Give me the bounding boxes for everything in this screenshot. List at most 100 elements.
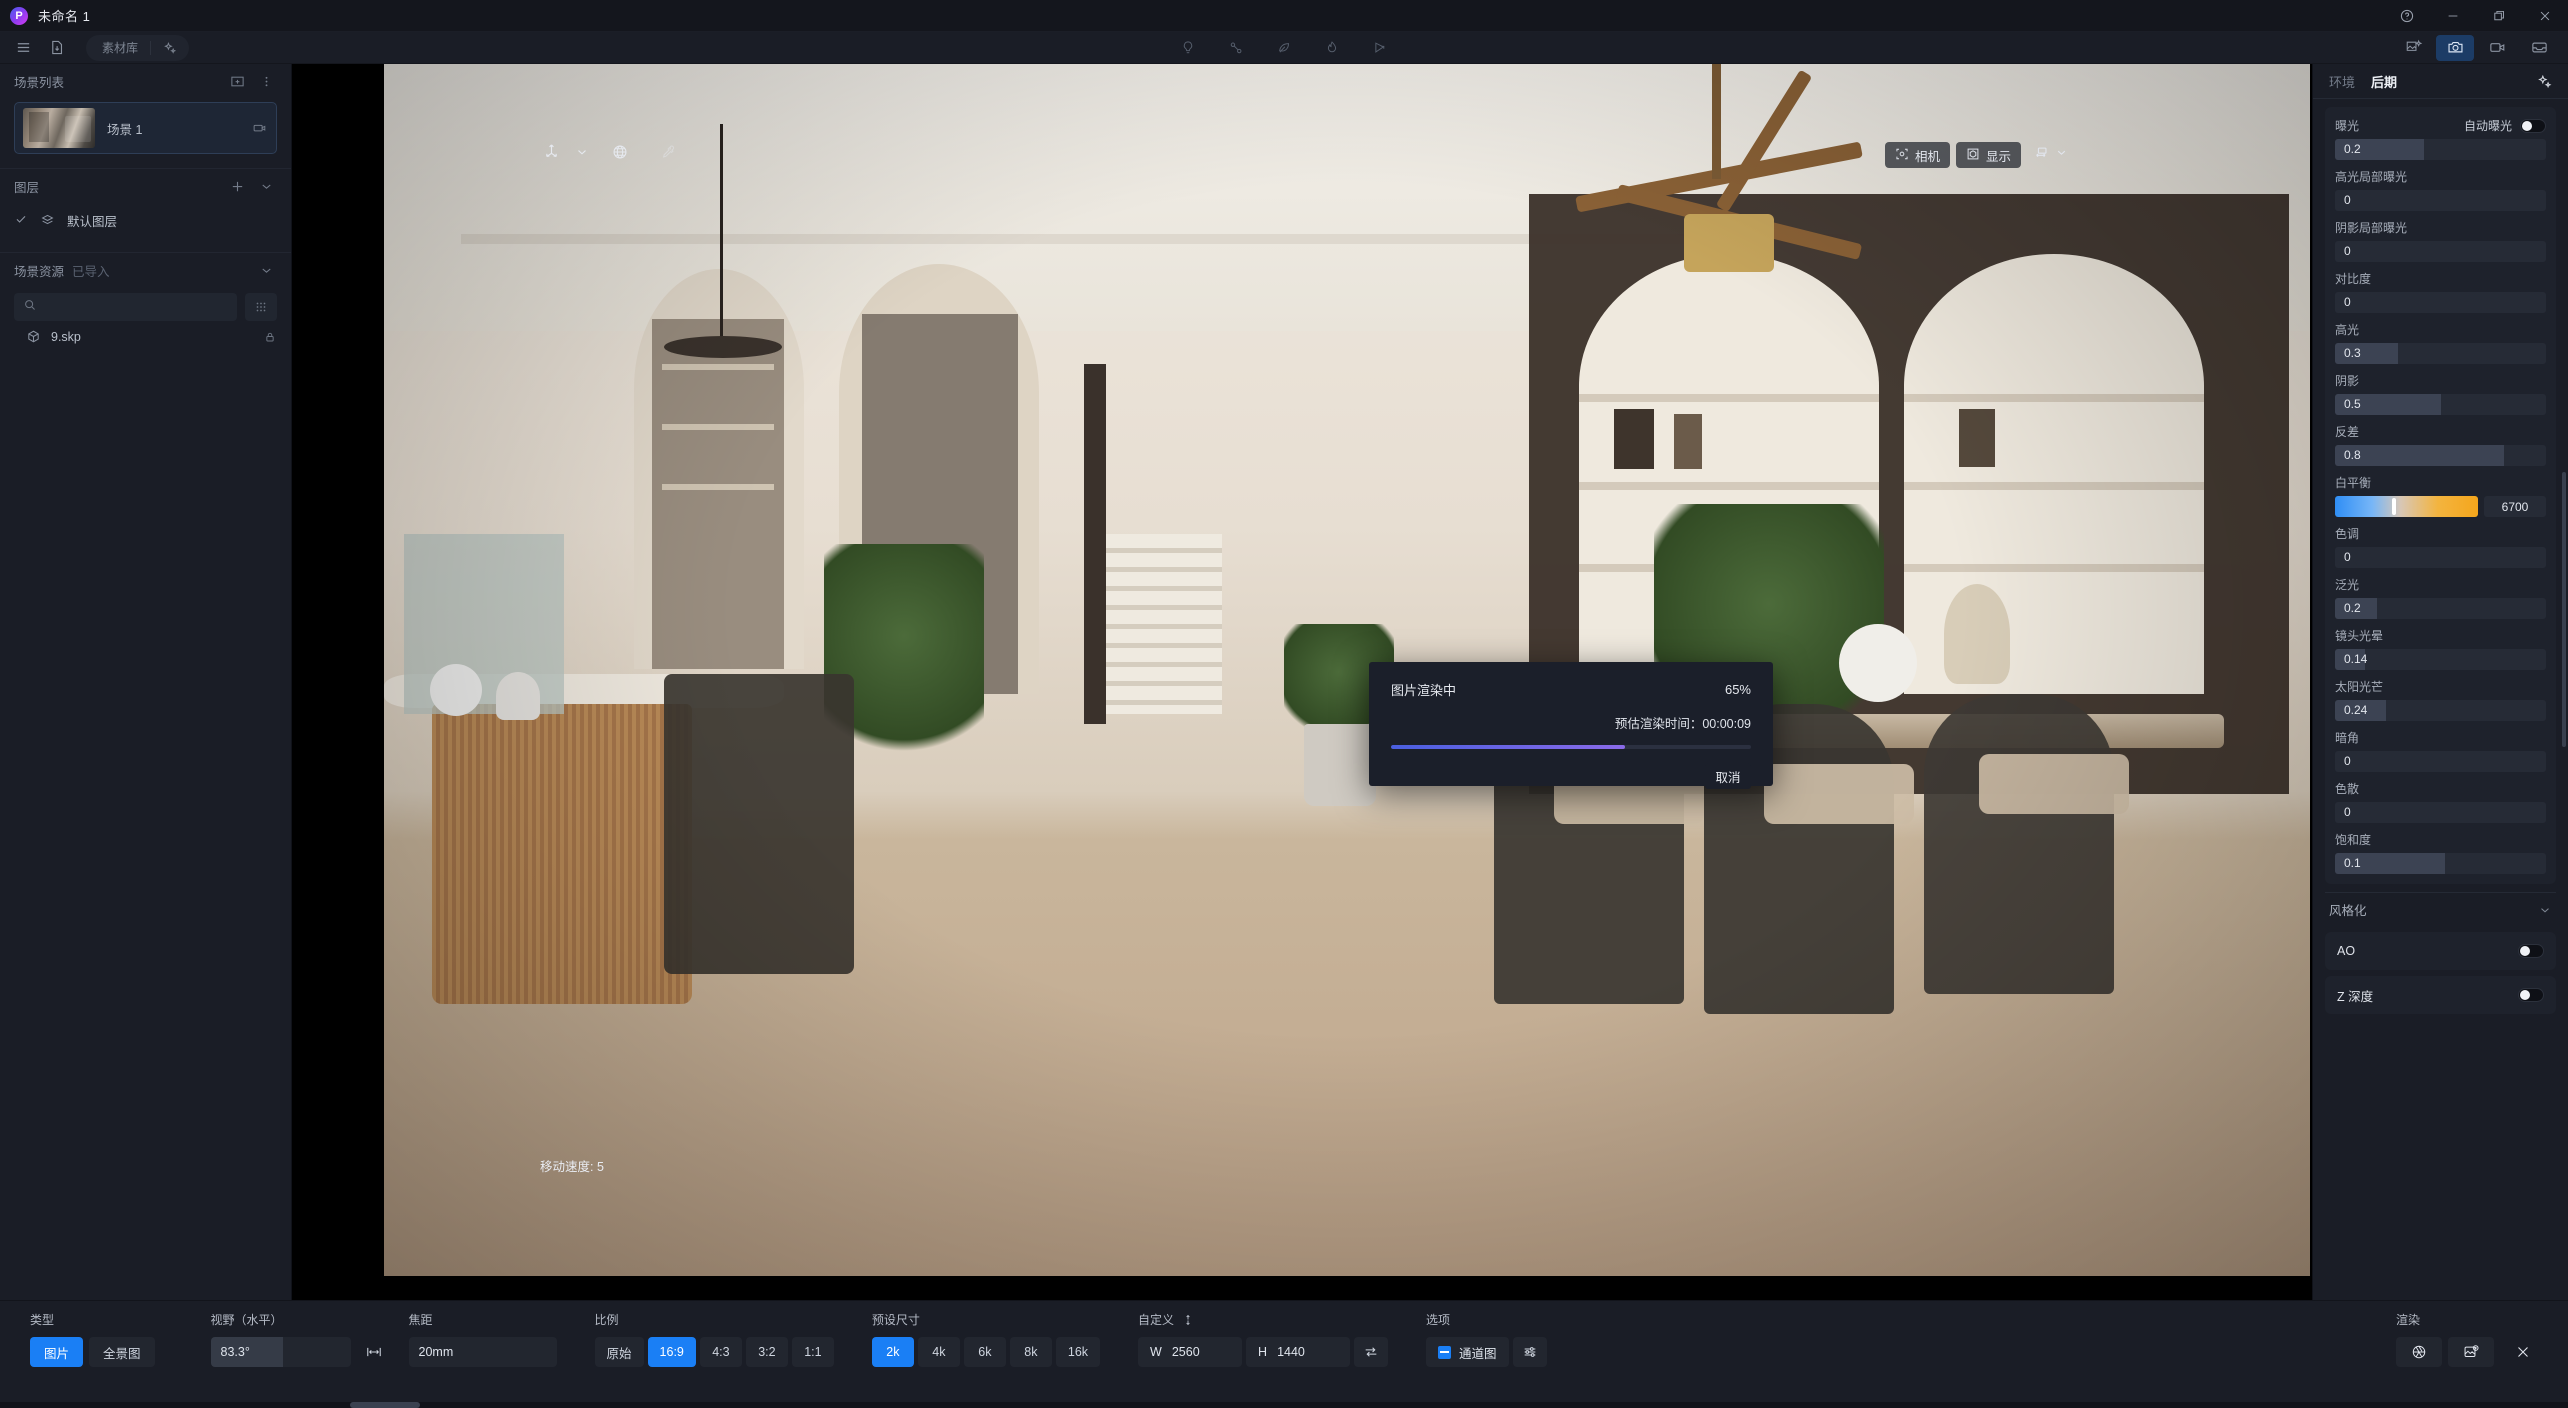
exposure-slider[interactable]: 0.2 xyxy=(2335,139,2546,160)
white-balance-value[interactable]: 6700 xyxy=(2484,496,2546,517)
camera-toggle-button[interactable]: 相机 xyxy=(1884,142,1950,168)
auto-exposure-toggle[interactable] xyxy=(2520,118,2546,133)
hamburger-menu-icon[interactable] xyxy=(8,35,38,61)
check-icon[interactable] xyxy=(14,212,28,229)
sliders-icon[interactable] xyxy=(1512,1337,1547,1367)
lens-flare-slider[interactable]: 0.14 xyxy=(2335,649,2546,670)
chevron-down-icon[interactable] xyxy=(2055,146,2068,164)
layer-list-item[interactable]: 默认图层 xyxy=(0,203,291,238)
highlight-slider[interactable]: 0.3 xyxy=(2335,343,2546,364)
camera-icon[interactable] xyxy=(2436,34,2474,61)
link-vertical-icon[interactable] xyxy=(1182,1314,1194,1326)
ratio-option-1-1[interactable]: 1:1 xyxy=(791,1337,834,1367)
bloom-slider[interactable]: 0.2 xyxy=(2335,598,2546,619)
ratio-option-3-2[interactable]: 3:2 xyxy=(745,1337,788,1367)
ao-toggle[interactable] xyxy=(2518,944,2544,958)
ratio-option-original[interactable]: 原始 xyxy=(594,1337,644,1367)
shadow-local-exposure-label: 阴影局部曝光 xyxy=(2335,221,2408,235)
lock-icon[interactable] xyxy=(263,330,277,344)
add-image-icon[interactable] xyxy=(227,72,248,91)
aperture-icon[interactable] xyxy=(2396,1337,2442,1367)
camera-outline-icon[interactable] xyxy=(252,120,268,136)
horizontal-resize-icon[interactable] xyxy=(357,1337,391,1367)
fov-input[interactable]: 83.3° xyxy=(210,1337,351,1367)
tint-slider[interactable]: 0 xyxy=(2335,547,2546,568)
contrast-slider[interactable]: 0 xyxy=(2335,292,2546,313)
preset-size-16k[interactable]: 16k xyxy=(1055,1337,1101,1367)
sparkle-icon[interactable] xyxy=(151,41,189,55)
ratio-option-16-9[interactable]: 16:9 xyxy=(647,1337,696,1367)
preset-size-2k[interactable]: 2k xyxy=(871,1337,914,1367)
close-icon[interactable] xyxy=(2522,0,2568,32)
image-sparkle-icon[interactable] xyxy=(2394,35,2432,61)
render-dialog-title: 图片渲染中 xyxy=(1391,683,1457,698)
swap-icon[interactable] xyxy=(1354,1337,1389,1367)
grid-dots-icon[interactable] xyxy=(245,293,277,321)
view-cube-control[interactable] xyxy=(2027,144,2074,167)
cancel-render-button[interactable]: 取消 xyxy=(1705,763,1751,789)
saturation-slider[interactable]: 0.1 xyxy=(2335,853,2546,874)
collapse-icon[interactable] xyxy=(256,261,277,280)
node-link-icon[interactable] xyxy=(1222,35,1250,61)
chevron-down-icon[interactable] xyxy=(575,145,589,159)
help-circle-icon[interactable] xyxy=(2384,0,2430,32)
sun-rays-slider[interactable]: 0.24 xyxy=(2335,700,2546,721)
maximize-icon[interactable] xyxy=(2476,0,2522,32)
height-input[interactable]: H 1440 xyxy=(1246,1337,1351,1367)
inbox-icon[interactable] xyxy=(2520,35,2558,61)
preset-size-6k[interactable]: 6k xyxy=(963,1337,1006,1367)
zdepth-toggle[interactable] xyxy=(2518,988,2544,1002)
video-camera-icon[interactable] xyxy=(2478,35,2516,61)
horizontal-scrollbar[interactable] xyxy=(0,1402,2568,1408)
minimize-icon[interactable] xyxy=(2430,0,2476,32)
eyedropper-icon[interactable] xyxy=(659,143,677,161)
flame-icon[interactable] xyxy=(1318,35,1346,61)
plus-icon[interactable] xyxy=(227,177,248,196)
shadow-local-exposure-slider[interactable]: 0 xyxy=(2335,241,2546,262)
close-icon[interactable] xyxy=(2500,1337,2546,1367)
clarity-slider[interactable]: 0.8 xyxy=(2335,445,2546,466)
ratio-group: 比例 原始 16:9 4:3 3:2 1:1 xyxy=(594,1311,834,1367)
type-option-panorama[interactable]: 全景图 xyxy=(89,1337,155,1367)
custom-size-label: 自定义 xyxy=(1138,1313,1175,1327)
shadow-slider[interactable]: 0.5 xyxy=(2335,394,2546,415)
chromatic-aberration-slider[interactable]: 0 xyxy=(2335,802,2546,823)
preset-size-4k[interactable]: 4k xyxy=(917,1337,960,1367)
image-add-icon[interactable] xyxy=(2448,1337,2494,1367)
material-library-label[interactable]: 素材库 xyxy=(86,39,150,56)
megaphone-icon[interactable] xyxy=(1366,35,1394,61)
chevron-down-icon[interactable] xyxy=(2538,903,2552,917)
right-panel-scrollbar[interactable] xyxy=(2562,112,2566,1170)
highlight-local-exposure-slider[interactable]: 0 xyxy=(2335,190,2546,211)
viewport[interactable]: 相机 显示 移动速度: 5 图片渲染中 65% 预估渲染时间：00:00:09 … xyxy=(292,64,2312,1300)
channel-map-checkbox[interactable]: 通道图 xyxy=(1426,1337,1509,1367)
display-toggle-button[interactable]: 显示 xyxy=(1955,142,2021,168)
resource-list-item[interactable]: 9.skp xyxy=(0,321,291,344)
bloom-label: 泛光 xyxy=(2335,578,2360,592)
file-import-icon[interactable] xyxy=(42,35,72,61)
width-input[interactable]: W 2560 xyxy=(1138,1337,1243,1367)
move-gizmo-icon[interactable] xyxy=(542,142,561,161)
search-input[interactable] xyxy=(14,293,237,321)
focal-input[interactable]: 20mm xyxy=(408,1337,557,1367)
material-library-pill[interactable]: 素材库 xyxy=(86,34,190,61)
field-vignette: 暗角 0 xyxy=(2335,729,2546,772)
vignette-slider[interactable]: 0 xyxy=(2335,751,2546,772)
right-panel-scroll-area[interactable]: 曝光 自动曝光 0.2 高光局部曝光 0 阴影局部曝光 0 对比度 0 高光 0… xyxy=(2313,99,2568,1300)
stylize-section-header[interactable]: 风格化 xyxy=(2325,892,2556,926)
globe-icon[interactable] xyxy=(611,143,629,161)
white-balance-slider[interactable] xyxy=(2335,496,2478,517)
more-vertical-icon[interactable] xyxy=(256,72,277,91)
sparkle-icon[interactable] xyxy=(2537,74,2552,89)
preset-size-8k[interactable]: 8k xyxy=(1009,1337,1052,1367)
scene-list-item[interactable]: 场景 1 xyxy=(14,102,277,154)
light-bulb-icon[interactable] xyxy=(1174,35,1202,61)
scene-name: 场景 1 xyxy=(107,122,143,137)
resources-subtitle[interactable]: 已导入 xyxy=(72,261,110,280)
collapse-icon[interactable] xyxy=(256,177,277,196)
tab-postprocess[interactable]: 后期 xyxy=(2371,72,2397,91)
tab-environment[interactable]: 环境 xyxy=(2329,72,2355,91)
type-option-image[interactable]: 图片 xyxy=(30,1337,84,1367)
ratio-option-4-3[interactable]: 4:3 xyxy=(699,1337,742,1367)
leaf-icon[interactable] xyxy=(1270,35,1298,61)
